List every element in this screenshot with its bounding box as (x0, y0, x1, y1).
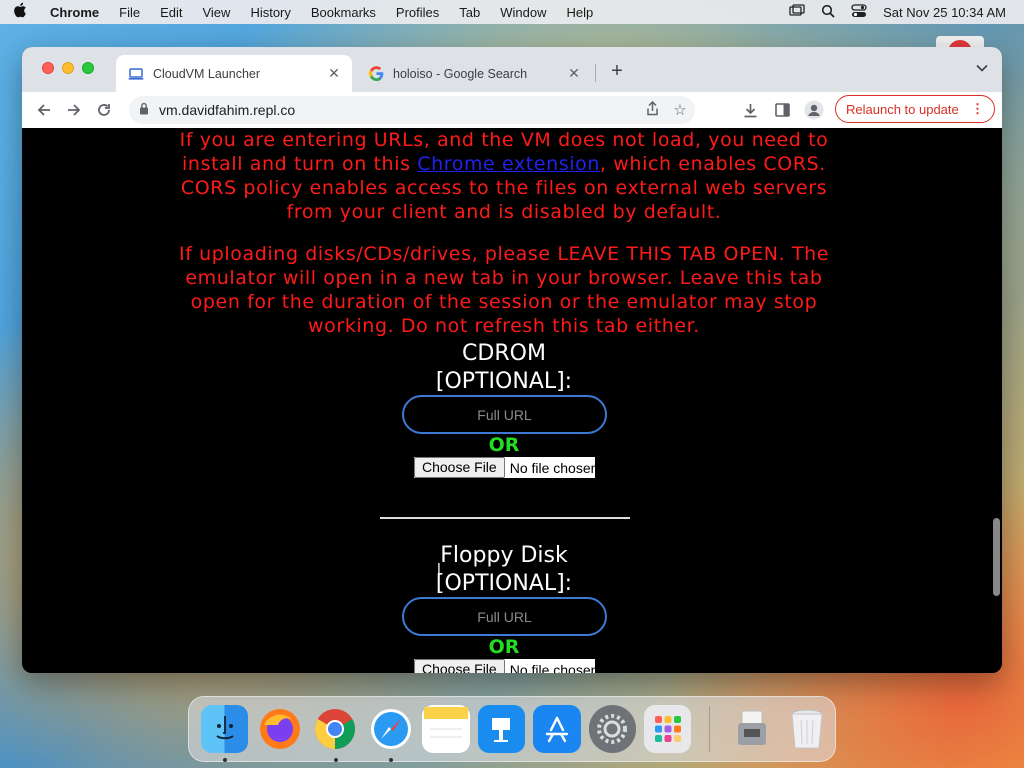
minimize-window-button[interactable] (62, 62, 74, 74)
menu-view[interactable]: View (192, 5, 240, 20)
chrome-window: CloudVM Launcher ✕ holoiso - Google Sear… (22, 47, 1002, 673)
search-icon[interactable] (821, 4, 835, 21)
browser-toolbar: vm.davidfahim.repl.co ☆ Relaunch to upda… (22, 92, 1002, 128)
section-divider (380, 517, 630, 519)
tab-title: holoiso - Google Search (393, 66, 528, 81)
tab-title: CloudVM Launcher (153, 66, 261, 81)
floppy-or-label: OR (488, 636, 520, 658)
menu-bar: Chrome File Edit View History Bookmarks … (0, 0, 1024, 24)
firefox-icon[interactable] (256, 705, 303, 753)
notes-icon[interactable] (422, 705, 470, 753)
downloads-stack-icon[interactable] (728, 705, 775, 753)
cdrom-title: CDROM [OPTIONAL]: (435, 341, 573, 394)
menu-help[interactable]: Help (557, 5, 604, 20)
menubar-clock[interactable]: Sat Nov 25 10:34 AM (883, 5, 1006, 20)
google-g-icon (368, 66, 384, 82)
apple-logo-icon[interactable] (0, 2, 40, 22)
close-tab-icon[interactable]: ✕ (324, 65, 344, 82)
floppy-choose-file-button[interactable]: Choose File (414, 659, 505, 673)
menu-window[interactable]: Window (490, 5, 556, 20)
floppy-url-input[interactable] (402, 597, 607, 636)
finder-icon[interactable] (201, 705, 249, 762)
keynote-icon[interactable] (477, 705, 526, 753)
laptop-icon (128, 66, 144, 82)
profile-avatar-icon[interactable] (802, 98, 826, 122)
cdrom-or-label: OR (488, 434, 520, 456)
menu-file[interactable]: File (109, 5, 150, 20)
forward-button[interactable] (59, 95, 89, 125)
cdrom-no-file-label: No file chosen (509, 459, 599, 476)
menu-edit[interactable]: Edit (150, 5, 192, 20)
window-controls (42, 62, 102, 74)
launchpad-icon[interactable] (643, 705, 692, 753)
more-menu-icon[interactable]: ⋮ (971, 101, 984, 117)
menu-profiles[interactable]: Profiles (386, 5, 449, 20)
close-window-button[interactable] (42, 62, 54, 74)
page-scrollbar[interactable] (993, 518, 1000, 596)
relaunch-label: Relaunch to update (846, 101, 959, 117)
cdrom-file-picker[interactable]: Choose File No file chosen (414, 457, 598, 478)
downloads-icon[interactable] (738, 98, 762, 122)
tab-separator (595, 64, 596, 82)
close-tab-icon[interactable]: ✕ (564, 65, 584, 82)
tab-strip: CloudVM Launcher ✕ holoiso - Google Sear… (22, 47, 1002, 92)
trash-icon[interactable] (784, 705, 831, 753)
back-button[interactable] (29, 95, 59, 125)
safari-icon[interactable] (367, 705, 414, 762)
text-cursor-icon: I (437, 562, 441, 577)
side-panel-icon[interactable] (770, 98, 794, 122)
zoom-window-button[interactable] (82, 62, 94, 74)
share-icon[interactable] (639, 100, 665, 119)
lock-icon[interactable] (129, 102, 159, 118)
chrome-icon[interactable] (312, 705, 359, 762)
display-icon[interactable] (789, 4, 805, 20)
tab-google-search[interactable]: holoiso - Google Search ✕ (356, 55, 592, 92)
cdrom-choose-file-button[interactable]: Choose File (414, 457, 505, 478)
reload-button[interactable] (89, 95, 119, 125)
address-bar[interactable]: vm.davidfahim.repl.co ☆ (129, 96, 695, 124)
url-text[interactable]: vm.davidfahim.repl.co (159, 102, 639, 118)
menu-tab[interactable]: Tab (449, 5, 490, 20)
leave-tab-open-warning: If uploading disks/CDs/drives, please LE… (178, 243, 830, 337)
tab-cloudvm-launcher[interactable]: CloudVM Launcher ✕ (116, 55, 352, 92)
control-center-icon[interactable] (851, 3, 867, 21)
menu-history[interactable]: History (240, 5, 300, 20)
dock-separator (709, 706, 711, 752)
floppy-no-file-label: No file chosen (509, 661, 599, 674)
dock (188, 696, 836, 762)
chrome-extension-link[interactable]: Chrome extension (417, 153, 600, 175)
floppy-file-picker[interactable]: Choose File No file chosen (414, 659, 598, 673)
new-tab-button[interactable]: + (606, 60, 628, 82)
page-content: If you are entering URLs, and the VM doe… (22, 128, 1002, 673)
cdrom-url-input[interactable] (402, 395, 607, 434)
settings-icon[interactable] (588, 705, 636, 753)
relaunch-to-update-button[interactable]: Relaunch to update ⋮ (835, 95, 995, 123)
bookmark-star-icon[interactable]: ☆ (665, 101, 695, 119)
tab-search-chevron-icon[interactable] (976, 61, 988, 75)
cors-warning-text: If you are entering URLs, and the VM doe… (179, 129, 829, 223)
app-store-icon[interactable] (533, 705, 581, 753)
menu-bookmarks[interactable]: Bookmarks (301, 5, 386, 20)
menu-chrome[interactable]: Chrome (40, 5, 109, 20)
